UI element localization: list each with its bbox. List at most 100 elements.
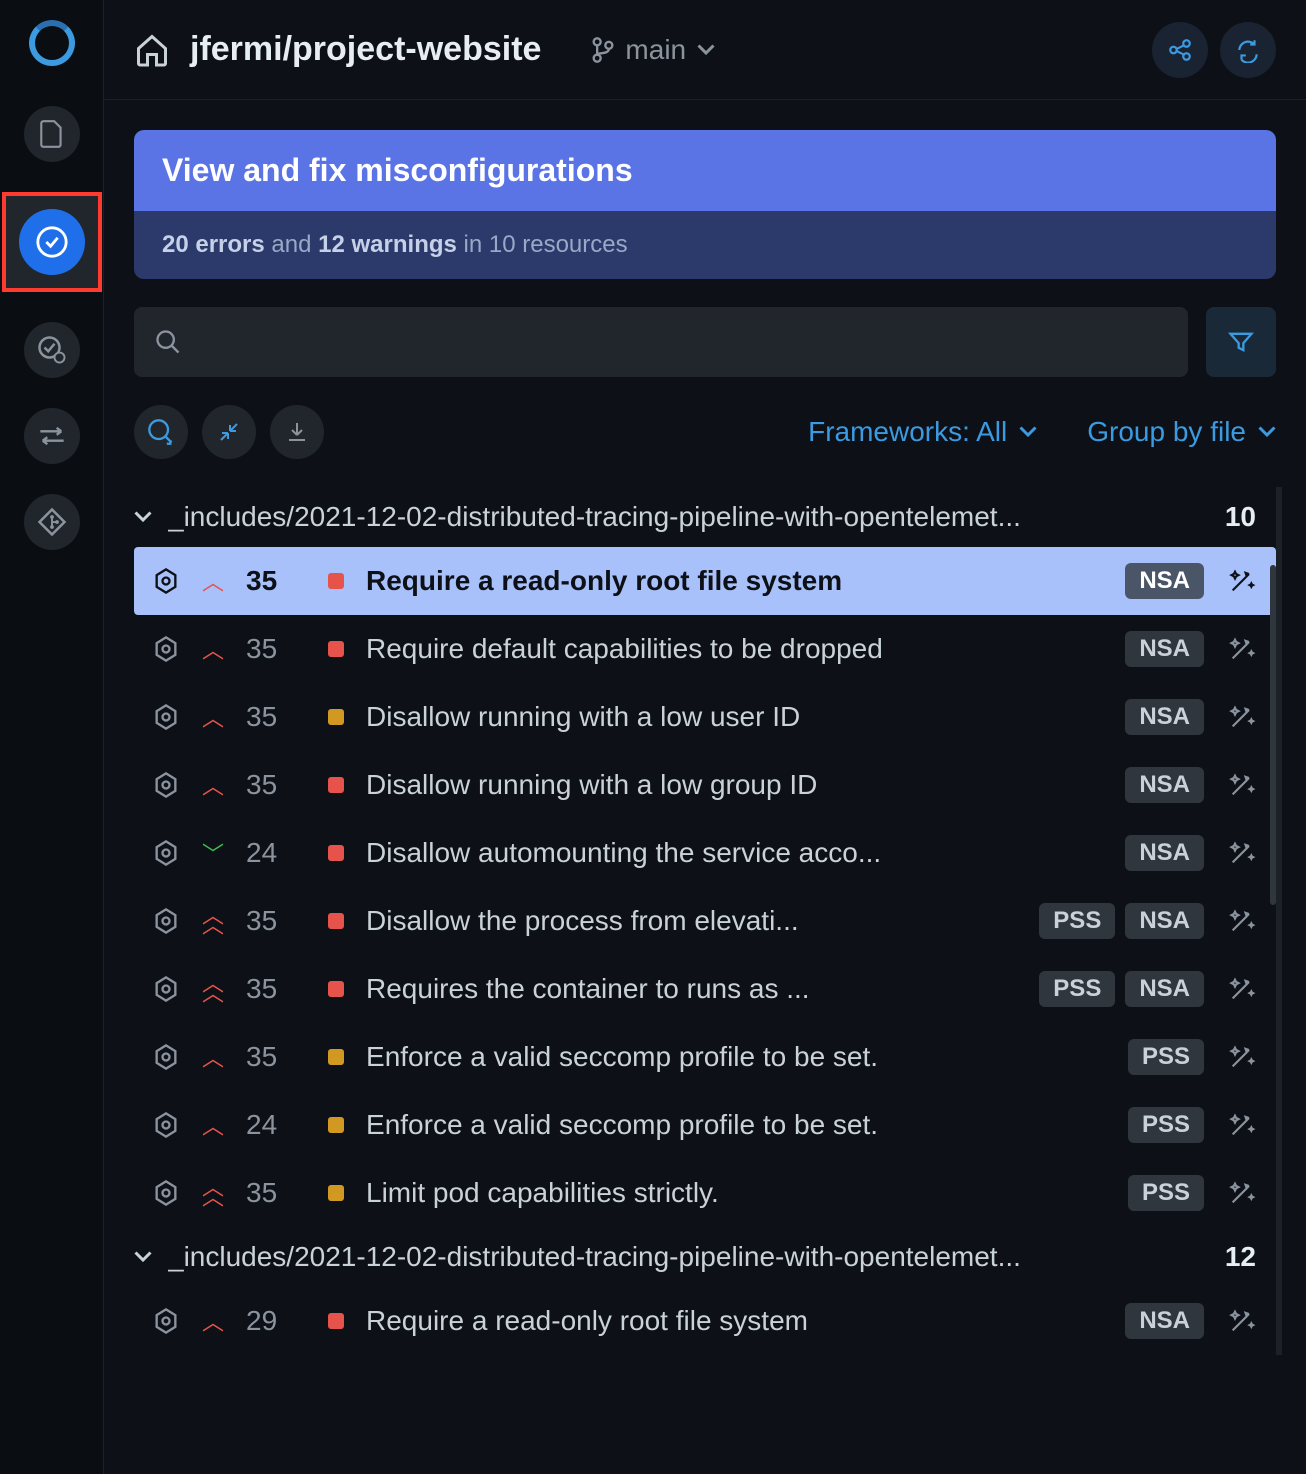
framework-badges: PSS bbox=[1128, 1039, 1204, 1075]
resource-icon bbox=[152, 771, 180, 799]
line-number: 24 bbox=[246, 1109, 286, 1141]
priority-high-icon: ︿ bbox=[202, 1041, 224, 1073]
content: View and fix misconfigurations 20 errors… bbox=[104, 100, 1306, 1474]
toolbar: Frameworks: All Group by file bbox=[134, 405, 1276, 459]
issue-row[interactable]: ︿︿ 35 Disallow the process from elevati.… bbox=[134, 887, 1276, 955]
framework-badge: NSA bbox=[1125, 835, 1204, 871]
framework-badges: PSS bbox=[1128, 1175, 1204, 1211]
resource-icon bbox=[152, 907, 180, 935]
issue-row[interactable]: ︿ 24 Enforce a valid seccomp profile to … bbox=[134, 1091, 1276, 1159]
main: jfermi/project-website main View and fix… bbox=[104, 0, 1306, 1474]
line-number: 35 bbox=[246, 701, 286, 733]
line-number: 35 bbox=[246, 565, 286, 597]
autofix-button[interactable] bbox=[1226, 565, 1258, 597]
validation-icon[interactable] bbox=[2, 192, 102, 292]
issue-row[interactable]: ︿ 35 Disallow running with a low group I… bbox=[134, 751, 1276, 819]
priority-highest-icon: ︿︿ bbox=[202, 911, 224, 931]
chevron-down-icon bbox=[134, 511, 152, 523]
download-button[interactable] bbox=[270, 405, 324, 459]
group-header[interactable]: _includes/2021-12-02-distributed-tracing… bbox=[134, 1227, 1276, 1287]
framework-badges: PSS bbox=[1128, 1107, 1204, 1143]
issue-row[interactable]: ︿ 35 Require default capabilities to be … bbox=[134, 615, 1276, 683]
framework-badges: NSA bbox=[1125, 1303, 1204, 1339]
compare-icon[interactable] bbox=[24, 408, 80, 464]
issue-row[interactable]: ︿ 35 Disallow running with a low user ID… bbox=[134, 683, 1276, 751]
framework-badge: PSS bbox=[1128, 1039, 1204, 1075]
autofix-button[interactable] bbox=[1226, 769, 1258, 801]
severity-indicator bbox=[328, 1313, 344, 1329]
file-icon[interactable] bbox=[24, 106, 80, 162]
share-button[interactable] bbox=[1152, 22, 1208, 78]
resource-icon bbox=[152, 1307, 180, 1335]
topbar: jfermi/project-website main bbox=[104, 0, 1306, 100]
priority-highest-icon: ︿︿ bbox=[202, 979, 224, 999]
issue-title: Disallow running with a low group ID bbox=[366, 769, 1103, 801]
framework-badges: NSA bbox=[1125, 563, 1204, 599]
policy-settings-icon[interactable] bbox=[24, 322, 80, 378]
group-count: 10 bbox=[1225, 501, 1276, 533]
autofix-button[interactable] bbox=[1226, 905, 1258, 937]
autofix-button[interactable] bbox=[1226, 837, 1258, 869]
banner-summary: 20 errors and 12 warnings in 10 resource… bbox=[134, 211, 1276, 279]
issue-title: Limit pod capabilities strictly. bbox=[366, 1177, 1106, 1209]
issue-list: _includes/2021-12-02-distributed-tracing… bbox=[134, 487, 1282, 1355]
autofix-button[interactable] bbox=[1226, 973, 1258, 1005]
issue-row[interactable]: ﹀ 24 Disallow automounting the service a… bbox=[134, 819, 1276, 887]
home-icon[interactable] bbox=[134, 32, 170, 68]
issue-row[interactable]: ︿ 35 Require a read-only root file syste… bbox=[134, 547, 1276, 615]
autofix-button[interactable] bbox=[1226, 633, 1258, 665]
group-header[interactable]: _includes/2021-12-02-distributed-tracing… bbox=[134, 487, 1276, 547]
autofix-button[interactable] bbox=[1226, 1041, 1258, 1073]
chevron-down-icon bbox=[1258, 426, 1276, 438]
issue-row[interactable]: ︿︿ 35 Requires the container to runs as … bbox=[134, 955, 1276, 1023]
resource-icon bbox=[152, 1111, 180, 1139]
issue-row[interactable]: ︿︿ 35 Limit pod capabilities strictly. P… bbox=[134, 1159, 1276, 1227]
filter-button[interactable] bbox=[1206, 307, 1276, 377]
autofix-button[interactable] bbox=[1226, 1177, 1258, 1209]
severity-indicator bbox=[328, 981, 344, 997]
line-number: 35 bbox=[246, 1041, 286, 1073]
branch-icon bbox=[591, 36, 615, 64]
scrollbar-thumb[interactable] bbox=[1270, 565, 1276, 905]
issue-title: Disallow running with a low user ID bbox=[366, 701, 1103, 733]
line-number: 35 bbox=[246, 769, 286, 801]
severity-indicator bbox=[328, 1117, 344, 1133]
priority-high-icon: ︿ bbox=[202, 633, 224, 665]
refresh-button[interactable] bbox=[1220, 22, 1276, 78]
search-icon bbox=[154, 328, 182, 356]
issue-title: Require default capabilities to be dropp… bbox=[366, 633, 1103, 665]
framework-badge: PSS bbox=[1039, 903, 1115, 939]
priority-highest-icon: ︿︿ bbox=[202, 1183, 224, 1203]
framework-badge: NSA bbox=[1125, 767, 1204, 803]
frameworks-dropdown[interactable]: Frameworks: All bbox=[808, 416, 1037, 448]
issue-title: Enforce a valid seccomp profile to be se… bbox=[366, 1041, 1106, 1073]
rescan-button[interactable] bbox=[134, 405, 188, 459]
framework-badges: NSA bbox=[1125, 699, 1204, 735]
git-icon[interactable] bbox=[24, 494, 80, 550]
severity-indicator bbox=[328, 573, 344, 589]
priority-high-icon: ︿ bbox=[202, 565, 224, 597]
groupby-dropdown[interactable]: Group by file bbox=[1087, 416, 1276, 448]
framework-badge: NSA bbox=[1125, 699, 1204, 735]
line-number: 24 bbox=[246, 837, 286, 869]
line-number: 29 bbox=[246, 1305, 286, 1337]
issue-title: Disallow the process from elevati... bbox=[366, 905, 1017, 937]
autofix-button[interactable] bbox=[1226, 1305, 1258, 1337]
severity-indicator bbox=[328, 913, 344, 929]
autofix-button[interactable] bbox=[1226, 1109, 1258, 1141]
resource-icon bbox=[152, 839, 180, 867]
priority-high-icon: ︿ bbox=[202, 1305, 224, 1337]
issue-row[interactable]: ︿ 29 Require a read-only root file syste… bbox=[134, 1287, 1276, 1355]
framework-badges: PSSNSA bbox=[1039, 903, 1204, 939]
severity-indicator bbox=[328, 777, 344, 793]
branch-select[interactable]: main bbox=[591, 34, 716, 66]
collapse-button[interactable] bbox=[202, 405, 256, 459]
group-file-name: _includes/2021-12-02-distributed-tracing… bbox=[168, 1241, 1209, 1273]
priority-high-icon: ︿ bbox=[202, 701, 224, 733]
line-number: 35 bbox=[246, 633, 286, 665]
autofix-button[interactable] bbox=[1226, 701, 1258, 733]
search-input[interactable] bbox=[134, 307, 1188, 377]
severity-indicator bbox=[328, 641, 344, 657]
banner[interactable]: View and fix misconfigurations 20 errors… bbox=[134, 130, 1276, 279]
issue-row[interactable]: ︿ 35 Enforce a valid seccomp profile to … bbox=[134, 1023, 1276, 1091]
